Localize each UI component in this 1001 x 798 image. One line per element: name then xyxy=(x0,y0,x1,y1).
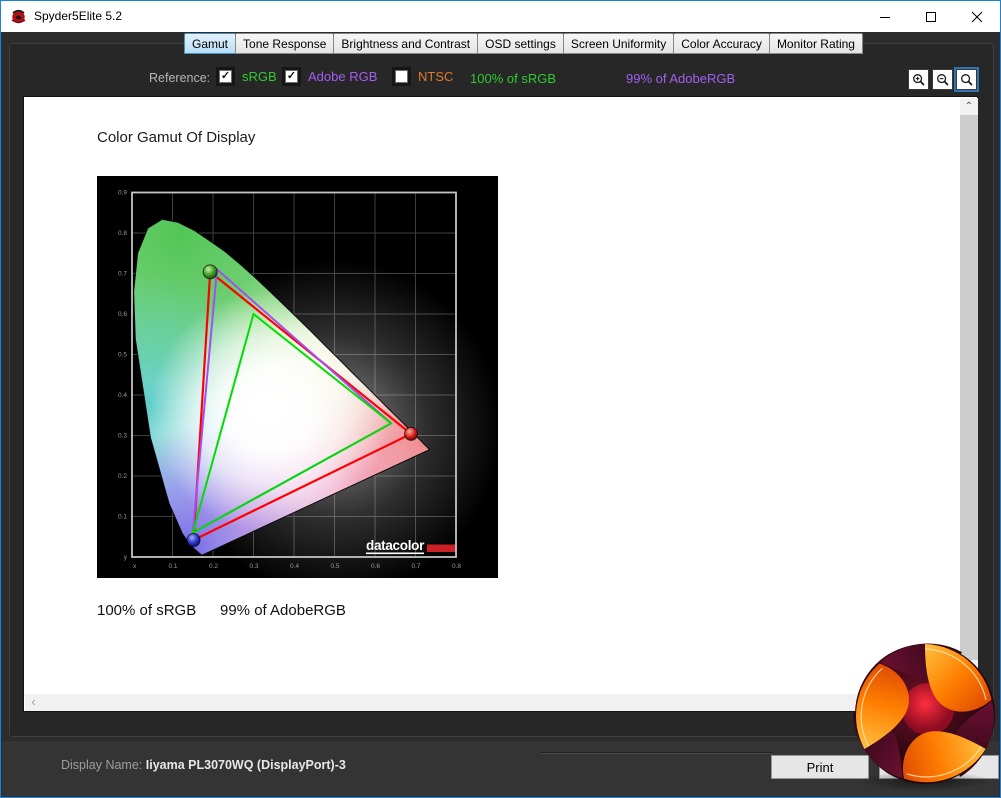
content-panel: Color Gamut Of Display datacolor 0.1 0.2… xyxy=(23,96,978,712)
checkbox-adobe-rgb[interactable]: ✓ Adobe RGB xyxy=(282,67,377,86)
adobe-checkbox-mark: ✓ xyxy=(285,70,298,83)
minimize-icon xyxy=(880,16,890,18)
checkbox-ntsc[interactable]: NTSC xyxy=(392,67,453,86)
tab-screen-uniformity[interactable]: Screen Uniformity xyxy=(562,33,675,54)
svg-text:0.1: 0.1 xyxy=(169,563,178,570)
srgb-checkbox-label: sRGB xyxy=(242,69,277,84)
ntsc-checkbox-label: NTSC xyxy=(418,69,454,84)
adobe-coverage-result: 99% of AdobeRGB xyxy=(220,602,346,619)
scroll-down-button[interactable]: ⌄ xyxy=(960,677,978,694)
svg-text:0.3: 0.3 xyxy=(118,433,127,440)
display-name-row: Display Name: Iiyama PL3070WQ (DisplayPo… xyxy=(61,758,346,772)
maximize-button[interactable] xyxy=(908,1,954,32)
svg-text:0.4: 0.4 xyxy=(290,563,299,570)
footer-divider xyxy=(541,752,772,754)
svg-text:0.9: 0.9 xyxy=(118,190,127,197)
svg-text:0.7: 0.7 xyxy=(118,271,127,278)
svg-text:0.2: 0.2 xyxy=(209,563,218,570)
svg-text:0.3: 0.3 xyxy=(250,563,259,570)
gamut-chart: datacolor 0.1 0.2 0.3 0.4 0.5 0.6 0.7 0.8 0.1 0.2 0… xyxy=(97,176,502,595)
checkbox-well: ✓ xyxy=(282,67,301,86)
title-bar: Spyder5Elite 5.2 xyxy=(1,1,1000,32)
svg-text:0.6: 0.6 xyxy=(371,563,380,570)
tab-monitor-rating[interactable]: Monitor Rating xyxy=(768,33,863,54)
footer-bar: Display Name: Iiyama PL3070WQ (DisplayPo… xyxy=(2,741,999,797)
ntsc-checkbox-mark xyxy=(395,70,408,83)
svg-text:y: y xyxy=(124,554,128,561)
zoom-out-button[interactable] xyxy=(932,69,953,90)
tab-bar: Gamut Tone Response Brightness and Contr… xyxy=(184,33,863,54)
display-name-label: Display Name: xyxy=(61,758,143,772)
horizontal-scrollbar[interactable]: ‹ xyxy=(25,694,960,711)
zoom-in-button[interactable] xyxy=(908,69,929,90)
checkbox-well: ✓ xyxy=(216,67,235,86)
print-button[interactable]: Print xyxy=(771,755,869,779)
srgb-checkbox-mark: ✓ xyxy=(219,70,232,83)
display-name-value: Iiyama PL3070WQ (DisplayPort)-3 xyxy=(145,758,346,772)
maximize-icon xyxy=(926,11,936,22)
tab-color-accuracy[interactable]: Color Accuracy xyxy=(673,33,770,54)
app-window: Spyder5Elite 5.2 Gamut Tone Response Bri… xyxy=(0,0,1001,798)
cie-diagram: datacolor 0.1 0.2 0.3 0.4 0.5 0.6 0.7 0.8 0.1 0.2 0… xyxy=(118,190,502,595)
minimize-button[interactable] xyxy=(862,1,908,32)
window-title: Spyder5Elite 5.2 xyxy=(34,9,123,23)
vertical-scrollbar[interactable]: ⌃ ⌄ xyxy=(960,98,978,694)
adobe-coverage-top: 99% of AdobeRGB xyxy=(626,71,736,86)
scroll-up-button[interactable]: ⌃ xyxy=(960,98,978,115)
srgb-coverage-top: 100% of sRGB xyxy=(470,71,556,86)
srgb-coverage-result: 100% of sRGB xyxy=(97,602,197,619)
tab-brightness-contrast[interactable]: Brightness and Contrast xyxy=(333,33,479,54)
svg-text:0.7: 0.7 xyxy=(412,563,421,570)
svg-text:0.2: 0.2 xyxy=(118,473,127,480)
svg-text:x: x xyxy=(133,563,137,570)
adobe-checkbox-label: Adobe RGB xyxy=(308,69,378,84)
tab-osd-settings[interactable]: OSD settings xyxy=(477,33,564,54)
zoom-reset-button[interactable] xyxy=(954,67,979,92)
svg-text:0.5: 0.5 xyxy=(331,563,340,570)
svg-text:0.8: 0.8 xyxy=(452,563,461,570)
zoom-in-icon xyxy=(912,73,925,86)
vertical-scroll-thumb[interactable] xyxy=(960,115,978,660)
tab-gamut[interactable]: Gamut xyxy=(184,33,237,54)
svg-text:0.6: 0.6 xyxy=(118,311,127,318)
svg-text:0.8: 0.8 xyxy=(118,230,127,237)
zoom-button-group xyxy=(908,67,979,92)
close-icon xyxy=(971,11,983,22)
zoom-out-icon xyxy=(936,73,949,86)
page-title: Color Gamut Of Display xyxy=(97,129,256,146)
zoom-reset-icon xyxy=(960,73,973,86)
app-icon xyxy=(11,9,26,24)
svg-text:0.5: 0.5 xyxy=(118,352,127,359)
tab-tone-response[interactable]: Tone Response xyxy=(235,33,335,54)
close-button[interactable] xyxy=(954,1,1000,32)
svg-text:0.4: 0.4 xyxy=(118,392,127,399)
reference-label: Reference: xyxy=(149,71,211,85)
checkbox-srgb[interactable]: ✓ sRGB xyxy=(216,67,277,86)
svg-text:0.1: 0.1 xyxy=(118,514,127,521)
scroll-left-button[interactable]: ‹ xyxy=(25,694,42,711)
checkbox-well xyxy=(392,67,411,86)
svg-text:datacolor: datacolor xyxy=(366,538,425,553)
obscured-button[interactable] xyxy=(879,755,999,779)
